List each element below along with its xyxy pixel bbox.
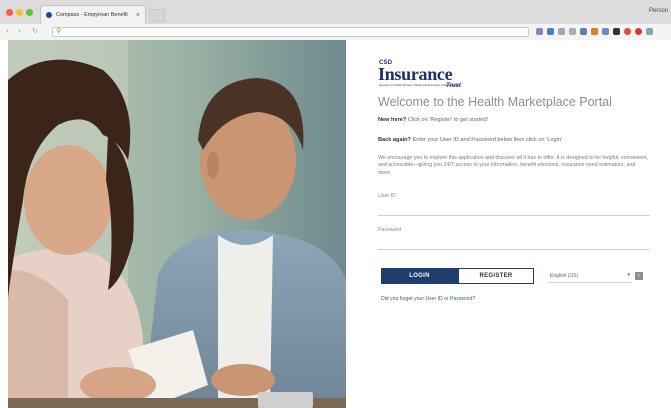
language-value: English (US) [550,273,579,279]
compass-favicon-icon [46,12,52,18]
extension-icon[interactable] [646,28,653,35]
forgot-user-id-link[interactable]: User ID [425,296,442,302]
user-id-label: User ID [378,193,396,199]
language-apply-button[interactable]: › [635,272,643,280]
password-field[interactable] [378,238,650,250]
user-id-field[interactable] [378,204,650,216]
logo-suffix: Trust [446,83,461,89]
intro-paragraph: We encourage you to explore this applica… [378,155,649,176]
forgot-credentials-text: Did you forget your User ID or Password? [381,296,475,302]
forgot-password-link[interactable]: Password [450,296,472,302]
new-here-label: New here? [378,117,407,123]
extension-icon[interactable] [569,28,576,35]
navigation-bar: ‹ › ↻ ⚲ [0,24,671,40]
extension-icon[interactable] [591,28,598,35]
hero-photo [8,40,346,408]
extension-icon[interactable] [558,28,565,35]
extension-icon[interactable] [580,28,587,35]
back-arrow-icon[interactable]: ‹ [6,26,9,35]
minimize-window-button[interactable] [16,9,23,16]
close-window-button[interactable] [6,9,13,16]
page-title: Welcome to the Health Marketplace Portal [378,95,612,109]
extension-icon[interactable] [613,28,620,35]
new-here-instruction: Click on 'Register' to get started! [406,117,489,123]
forgot-suffix: ? [472,296,476,302]
extension-icon[interactable] [635,28,642,35]
profile-button[interactable]: Person [649,8,668,14]
forward-arrow-icon[interactable]: › [18,26,21,35]
tab-title: Compass - Empyrean Benefit [56,12,128,18]
login-button[interactable]: LOGIN [381,268,458,284]
back-again-label: Back again? [378,137,411,143]
maximize-window-button[interactable] [26,9,33,16]
register-button[interactable]: REGISTER [458,268,534,284]
forgot-or: or [442,296,451,302]
extension-icon[interactable] [547,28,554,35]
tab-bar: Compass - Empyrean Benefit × Person [0,0,671,24]
tab-close-icon[interactable]: × [136,12,140,19]
logo-main: Insurance [378,64,453,84]
back-again-text: Back again? Enter your User ID and Passw… [378,137,562,143]
back-again-instruction: Enter your User ID and Password below th… [410,137,563,143]
chevron-down-icon: ▾ [627,272,630,278]
forgot-prefix: Did you forget your [381,296,426,302]
browser-chrome: Compass - Empyrean Benefit × Person ‹ › … [0,0,671,40]
new-tab-button[interactable] [149,9,165,22]
new-here-text: New here? Click on 'Register' to get sta… [378,117,488,123]
page-content: CSD Insurance Serving K-12 Public School… [0,40,671,408]
login-panel: CSD Insurance Serving K-12 Public School… [378,40,658,408]
search-icon: ⚲ [56,28,62,35]
csd-insurance-trust-logo: CSD Insurance Serving K-12 Public School… [378,60,478,90]
language-select[interactable]: English (US) ▾ [548,272,632,283]
reload-icon[interactable]: ↻ [32,27,38,35]
password-label: Password [378,227,402,233]
extension-icon[interactable] [624,28,631,35]
extension-icon[interactable] [602,28,609,35]
extension-icon[interactable] [536,28,543,35]
browser-tab[interactable]: Compass - Empyrean Benefit × [40,5,146,24]
address-bar[interactable]: ⚲ [52,27,529,37]
